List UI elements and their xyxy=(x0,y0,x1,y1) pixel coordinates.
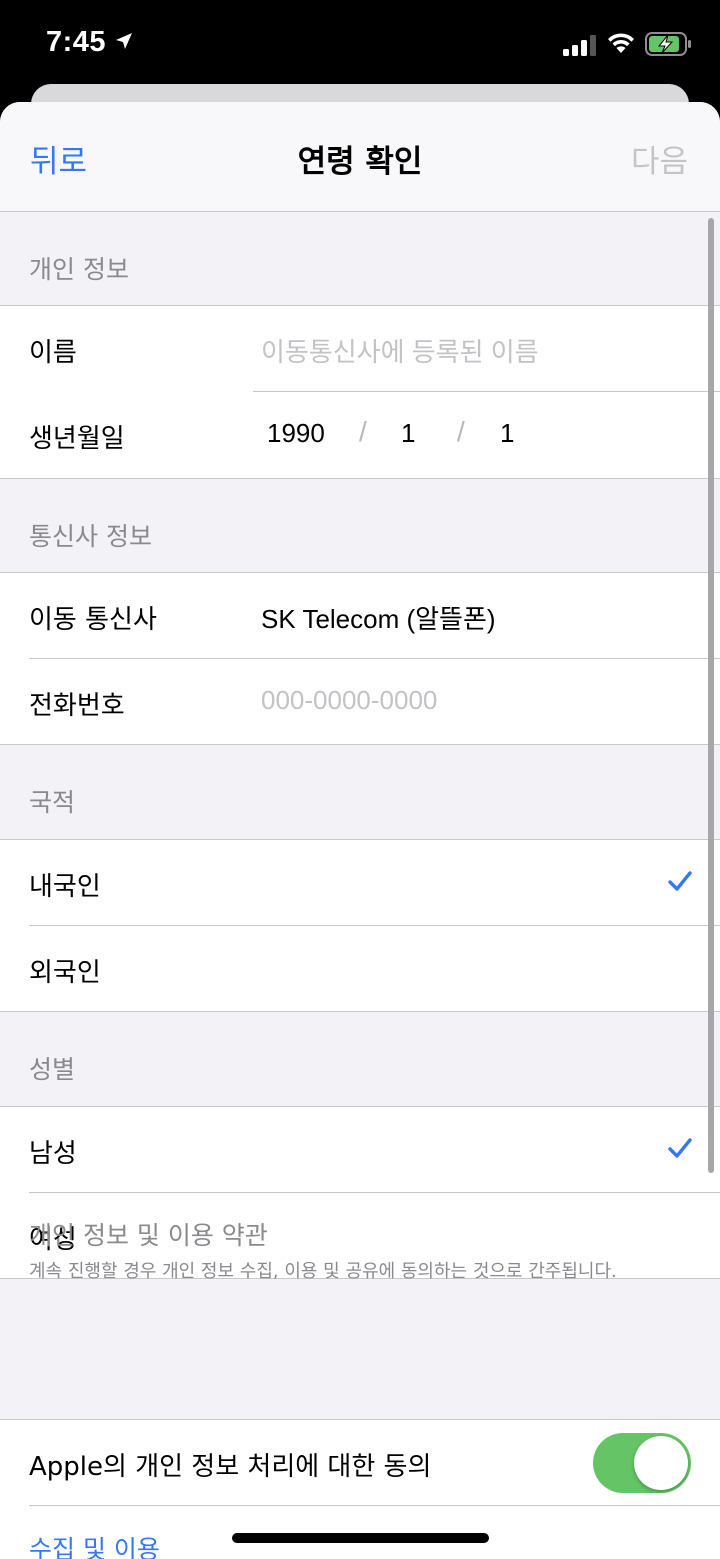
phone-input[interactable]: 000-0000-0000 xyxy=(261,685,437,716)
home-indicator[interactable] xyxy=(232,1533,489,1543)
terms-description: 계속 진행할 경우 개인 정보 수집, 이용 및 공유에 동의하는 것으로 간주… xyxy=(29,1261,617,1282)
section-header-nationality: 국적 xyxy=(0,745,720,839)
dob-row[interactable]: 생년월일 1990 / 1 / 1 xyxy=(0,392,720,478)
section-header-label: 성별 xyxy=(29,1055,76,1084)
name-label: 이름 xyxy=(29,338,77,368)
section-header-gender: 성별 xyxy=(0,1012,720,1106)
nationality-option-foreign[interactable]: 외국인 xyxy=(0,926,720,1012)
section-header-label: 개인 정보 xyxy=(29,255,129,284)
status-bar: 7:45 xyxy=(0,0,720,88)
option-label: 외국인 xyxy=(29,958,101,988)
carrier-row[interactable]: 이동 통신사 SK Telecom (알뜰폰) xyxy=(0,573,720,659)
wifi-icon xyxy=(606,31,636,59)
personal-info-group: 이름 이동통신사에 등록된 이름 생년월일 1990 / 1 / 1 xyxy=(0,305,720,479)
dob-separator: / xyxy=(359,416,367,447)
dob-separator: / xyxy=(457,416,465,447)
location-arrow-icon xyxy=(115,32,133,54)
toggle-knob xyxy=(634,1436,688,1490)
dob-year-field[interactable]: 1990 xyxy=(267,418,325,449)
scrollbar[interactable] xyxy=(708,218,714,1173)
collection-and-use-link[interactable]: 수집 및 이용 xyxy=(29,1530,160,1559)
name-row[interactable]: 이름 이동통신사에 등록된 이름 xyxy=(0,306,720,392)
apple-consent-toggle[interactable] xyxy=(593,1433,691,1493)
age-verification-sheet: 뒤로 연령 확인 다음 개인 정보 이름 이동통신사에 등록된 이름 생년월일 … xyxy=(0,102,720,1559)
name-input[interactable]: 이동통신사에 등록된 이름 xyxy=(261,332,539,369)
carrier-label: 이동 통신사 xyxy=(29,605,157,635)
divider xyxy=(29,1505,720,1506)
apple-consent-row: Apple의 개인 정보 처리에 대한 동의 xyxy=(0,1420,720,1506)
section-header-label: 통신사 정보 xyxy=(29,522,152,551)
status-time: 7:45 xyxy=(46,26,107,58)
checkmark-icon xyxy=(668,1137,692,1163)
dob-day-field[interactable]: 1 xyxy=(500,418,514,449)
cellular-signal-icon xyxy=(563,34,597,60)
phone-row[interactable]: 전화번호 000-0000-0000 xyxy=(0,659,720,745)
gender-option-male[interactable]: 남성 xyxy=(0,1107,720,1193)
next-button[interactable]: 다음 xyxy=(631,136,688,181)
dob-label: 생년월일 xyxy=(29,424,125,454)
option-label: 남성 xyxy=(29,1139,77,1169)
phone-label: 전화번호 xyxy=(29,691,125,721)
section-header-personal-info: 개인 정보 xyxy=(0,212,720,305)
nationality-option-domestic[interactable]: 내국인 xyxy=(0,840,720,926)
section-header-carrier-info: 통신사 정보 xyxy=(0,479,720,572)
nationality-group: 내국인 외국인 xyxy=(0,839,720,1012)
carrier-info-group: 이동 통신사 SK Telecom (알뜰폰) 전화번호 000-0000-00… xyxy=(0,572,720,745)
page-title: 연령 확인 xyxy=(297,144,423,180)
section-header-label: 국적 xyxy=(29,788,76,817)
terms-title: 개인 정보 및 이용 약관 xyxy=(29,1221,268,1250)
gender-group: 남성 여성 xyxy=(0,1106,720,1279)
navigation-bar: 뒤로 연령 확인 다음 xyxy=(0,102,720,212)
option-label: 내국인 xyxy=(29,872,101,902)
apple-consent-label: Apple의 개인 정보 처리에 대한 동의 xyxy=(29,1452,432,1482)
battery-charging-icon xyxy=(645,32,693,60)
carrier-value[interactable]: SK Telecom (알뜰폰) xyxy=(261,599,496,636)
checkmark-icon xyxy=(668,870,692,896)
dob-month-field[interactable]: 1 xyxy=(401,418,415,449)
